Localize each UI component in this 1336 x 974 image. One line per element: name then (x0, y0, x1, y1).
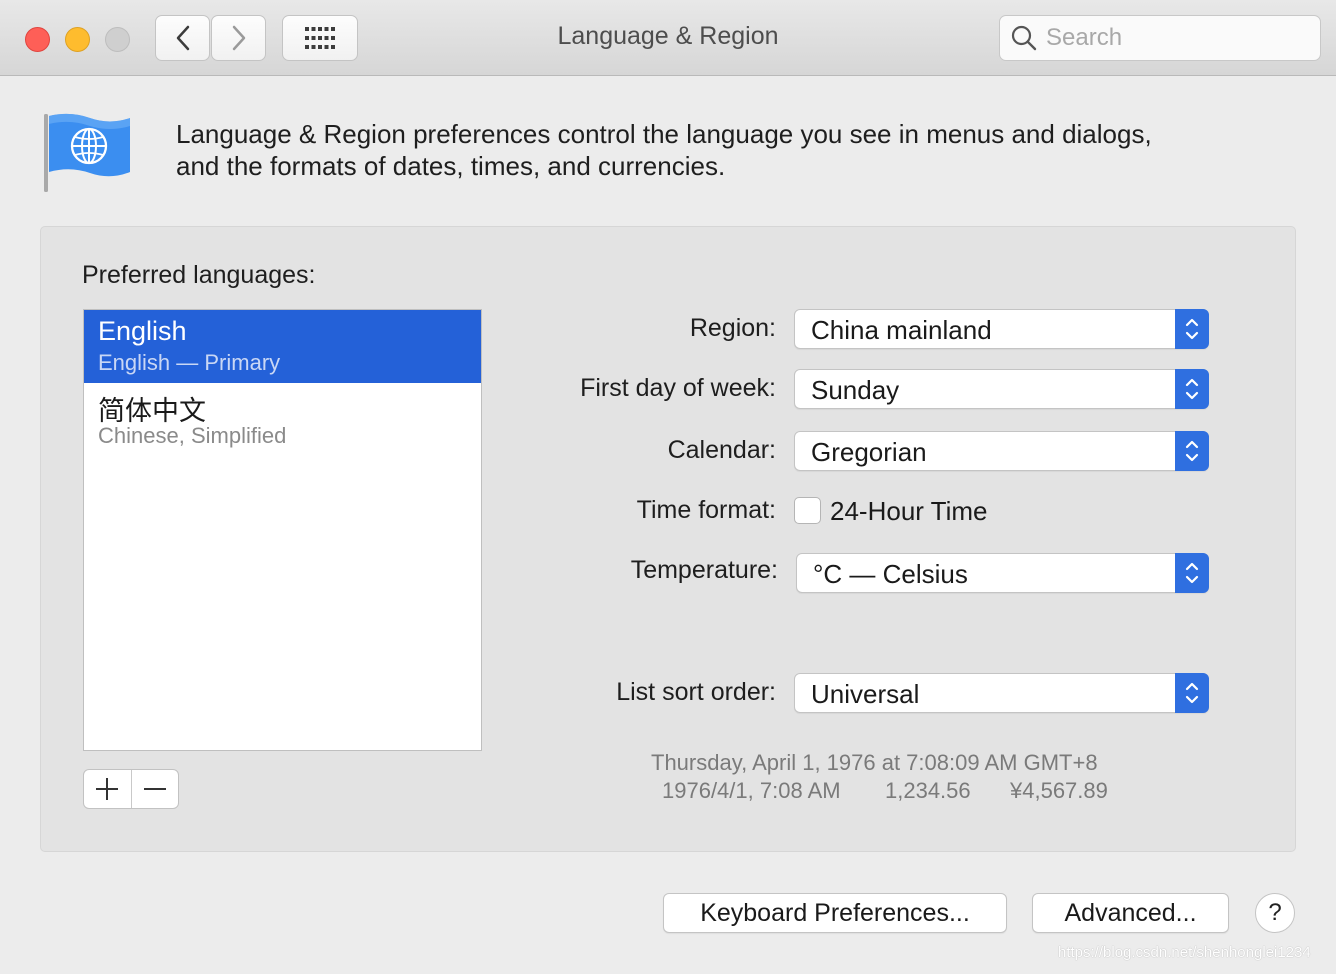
time-format-label: Time format: (636, 496, 776, 524)
close-window-button[interactable] (25, 27, 50, 52)
language-name: English (98, 316, 187, 346)
help-button[interactable]: ? (1255, 893, 1295, 933)
intro-line-1: Language & Region preferences control th… (176, 119, 1152, 149)
chevron-left-icon (176, 25, 189, 51)
minus-icon (143, 788, 166, 790)
popup-stepper-icon (1175, 309, 1209, 349)
back-button[interactable] (155, 15, 210, 61)
advanced-button[interactable]: Advanced... (1032, 893, 1229, 933)
zoom-window-button[interactable] (105, 27, 130, 52)
language-item-english[interactable]: English English — Primary (84, 310, 481, 383)
window-title: Language & Region (557, 22, 779, 50)
search-field[interactable] (999, 15, 1321, 61)
add-remove-control (83, 769, 179, 809)
sort-order-value: Universal (811, 679, 920, 709)
forward-button[interactable] (211, 15, 266, 61)
intro-text: Language & Region preferences control th… (176, 118, 1256, 182)
plus-icon (96, 778, 119, 800)
region-value: China mainland (811, 315, 992, 345)
sort-order-label: List sort order: (616, 678, 776, 706)
popup-stepper-icon (1175, 553, 1209, 593)
first-day-label: First day of week: (580, 374, 776, 402)
popup-stepper-icon (1175, 673, 1209, 713)
sample-long-date: Thursday, April 1, 1976 at 7:08:09 AM GM… (651, 750, 1098, 775)
first-day-select[interactable]: Sunday (794, 369, 1209, 409)
keyboard-preferences-button[interactable]: Keyboard Preferences... (663, 893, 1007, 933)
temperature-label: Temperature: (630, 556, 778, 584)
language-list[interactable]: English English — Primary 简体中文 Chinese, … (83, 309, 482, 751)
popup-stepper-icon (1175, 431, 1209, 471)
minimize-window-button[interactable] (65, 27, 90, 52)
search-icon (1011, 25, 1037, 51)
language-flag-icon (44, 113, 130, 192)
intro-line-2: and the formats of dates, times, and cur… (176, 151, 726, 181)
first-day-value: Sunday (811, 375, 900, 405)
region-select[interactable]: China mainland (794, 309, 1209, 349)
sample-currency: ¥4,567.89 (1010, 778, 1108, 803)
region-label: Region: (689, 314, 776, 342)
sample-number: 1,234.56 (885, 778, 971, 803)
remove-language-button[interactable] (131, 770, 178, 808)
chevron-right-icon (232, 25, 245, 51)
language-subtitle: English — Primary (98, 350, 281, 375)
add-language-button[interactable] (84, 770, 131, 808)
search-input[interactable] (1046, 24, 1306, 52)
language-subtitle: Chinese, Simplified (98, 423, 287, 448)
temperature-value: °C — Celsius (813, 559, 968, 589)
watermark: https://blog.csdn.net/shenhonglei1234 (1058, 944, 1311, 961)
sample-short-date: 1976/4/1, 7:08 AM (662, 778, 841, 803)
show-all-button[interactable] (282, 15, 358, 61)
calendar-label: Calendar: (667, 436, 776, 464)
24-hour-time-checkbox[interactable] (794, 497, 821, 524)
popup-stepper-icon (1175, 369, 1209, 409)
preferred-languages-label: Preferred languages: (82, 261, 316, 289)
sort-order-select[interactable]: Universal (794, 673, 1209, 713)
24-hour-time-label[interactable]: 24-Hour Time (830, 496, 988, 527)
calendar-value: Gregorian (811, 437, 927, 467)
calendar-select[interactable]: Gregorian (794, 431, 1209, 471)
grid-icon (305, 27, 335, 49)
language-item-chinese-simplified[interactable]: 简体中文 Chinese, Simplified (84, 383, 481, 456)
title-bar: Language & Region (0, 0, 1336, 76)
temperature-select[interactable]: °C — Celsius (796, 553, 1209, 593)
